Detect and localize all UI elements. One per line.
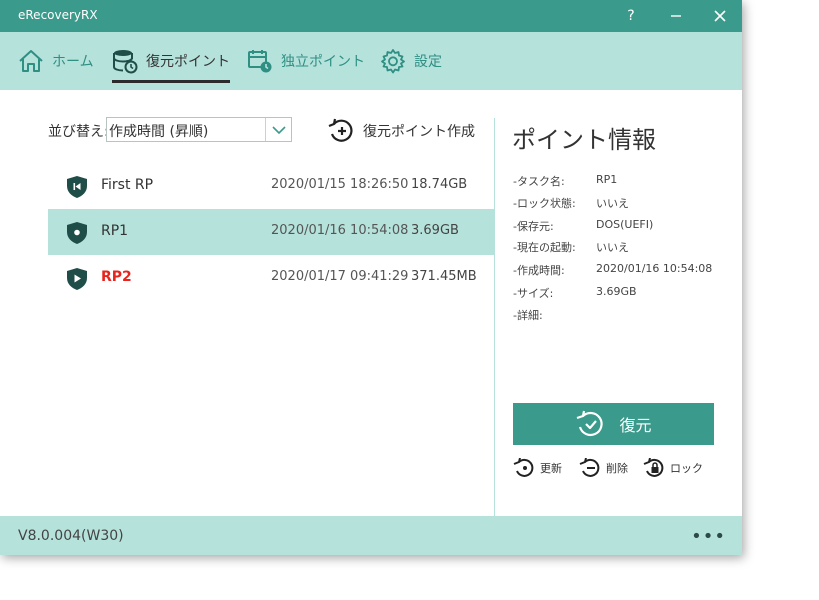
- tab-home[interactable]: ホーム: [18, 32, 94, 90]
- info-value: いいえ: [596, 241, 629, 254]
- lock-label: ロック: [670, 462, 703, 475]
- restore-point-list-pane: 並び替え: 作成時間 (昇順) 復元ポイント作成 First RP 2020/0…: [0, 90, 495, 516]
- create-restore-point-button[interactable]: 復元ポイント作成: [327, 118, 475, 144]
- info-key: -サイズ:: [513, 287, 554, 300]
- minimize-icon: [671, 15, 681, 17]
- more-options-button[interactable]: •••: [691, 526, 726, 547]
- info-key: -詳細:: [513, 309, 543, 322]
- info-key: -ロック状態:: [513, 197, 576, 210]
- close-icon: [714, 10, 726, 22]
- close-button[interactable]: [698, 0, 742, 32]
- gear-icon: [381, 49, 405, 74]
- point-info-pane: ポイント情報 -タスク名: RP1 -ロック状態: いいえ -保存元: DOS(…: [496, 90, 742, 516]
- database-restore-icon: [113, 50, 138, 74]
- info-value: いいえ: [596, 197, 629, 210]
- pane-divider: [494, 118, 495, 516]
- info-key: -作成時間:: [513, 264, 565, 277]
- restore-point-name: RP1: [101, 223, 129, 239]
- info-value: DOS(UEFI): [596, 218, 654, 231]
- info-key: -タスク名:: [513, 175, 565, 188]
- restore-button-label: 復元: [619, 416, 652, 435]
- info-value: RP1: [596, 173, 618, 186]
- help-button[interactable]: ?: [609, 0, 653, 32]
- shield-play-icon: [67, 268, 87, 290]
- info-key: -現在の起動:: [513, 241, 576, 254]
- restore-point-row-selected[interactable]: RP1 2020/01/16 10:54:08 3.69GB: [48, 209, 494, 255]
- delete-button[interactable]: 削除: [579, 458, 628, 478]
- delete-label: 削除: [606, 462, 628, 475]
- info-value: 2020/01/16 10:54:08: [596, 262, 713, 275]
- refresh-label: 更新: [540, 462, 562, 475]
- restore-point-row[interactable]: First RP 2020/01/15 18:26:50 18.74GB: [48, 163, 494, 209]
- restore-point-size: 18.74GB: [411, 177, 468, 192]
- point-info-title: ポイント情報: [512, 126, 656, 154]
- restore-point-date: 2020/01/15 18:26:50: [271, 177, 409, 192]
- home-icon: [19, 50, 43, 72]
- tab-restore-points[interactable]: 復元ポイント: [112, 32, 230, 90]
- restore-point-name: First RP: [101, 177, 154, 193]
- shield-first-icon: [67, 176, 87, 198]
- tab-home-label: ホーム: [52, 54, 94, 70]
- refresh-button[interactable]: 更新: [513, 458, 562, 478]
- restore-point-row[interactable]: RP2 2020/01/17 09:41:29 371.45MB: [48, 255, 494, 301]
- calendar-clock-icon: [248, 50, 272, 73]
- tab-restore-points-label: 復元ポイント: [146, 54, 230, 70]
- restore-check-icon: [577, 410, 604, 437]
- tab-independent-points[interactable]: 独立ポイント: [247, 32, 365, 90]
- restore-point-size: 371.45MB: [411, 269, 477, 284]
- create-restore-point-label: 復元ポイント作成: [363, 124, 475, 140]
- lock-icon: [643, 458, 664, 477]
- restore-point-name: RP2: [101, 269, 132, 285]
- restore-point-date: 2020/01/16 10:54:08: [271, 223, 409, 238]
- restore-point-date: 2020/01/17 09:41:29: [271, 269, 409, 284]
- refresh-icon: [513, 458, 534, 477]
- chevron-down-icon[interactable]: [265, 118, 291, 141]
- tab-settings[interactable]: 設定: [380, 32, 442, 90]
- nav-bar: ホーム 復元ポイント 独立ポイント 設定: [0, 32, 742, 90]
- restore-point-size: 3.69GB: [411, 223, 459, 238]
- title-bar[interactable]: eRecoveryRX ?: [0, 0, 742, 32]
- status-bar: V8.0.004(W30) •••: [0, 516, 742, 555]
- lock-button[interactable]: ロック: [643, 458, 703, 478]
- info-value: 3.69GB: [596, 285, 637, 298]
- sort-value: 作成時間 (昇順): [109, 124, 209, 140]
- tab-independent-points-label: 独立ポイント: [281, 54, 365, 70]
- version-label: V8.0.004(W30): [18, 528, 124, 544]
- info-key: -保存元:: [513, 220, 554, 233]
- restore-button[interactable]: 復元: [513, 403, 714, 445]
- shield-dot-icon: [67, 222, 87, 244]
- minimize-button[interactable]: [654, 0, 698, 32]
- delete-icon: [579, 458, 600, 477]
- create-restore-point-icon: [328, 118, 353, 142]
- tab-settings-label: 設定: [414, 54, 442, 70]
- app-window: eRecoveryRX ? ホーム 復元ポイント 独立ポイント 設定 並び替え:…: [0, 0, 742, 555]
- app-title: eRecoveryRX: [18, 8, 98, 22]
- sort-label: 並び替え:: [48, 124, 109, 140]
- sort-dropdown[interactable]: 作成時間 (昇順): [106, 117, 292, 142]
